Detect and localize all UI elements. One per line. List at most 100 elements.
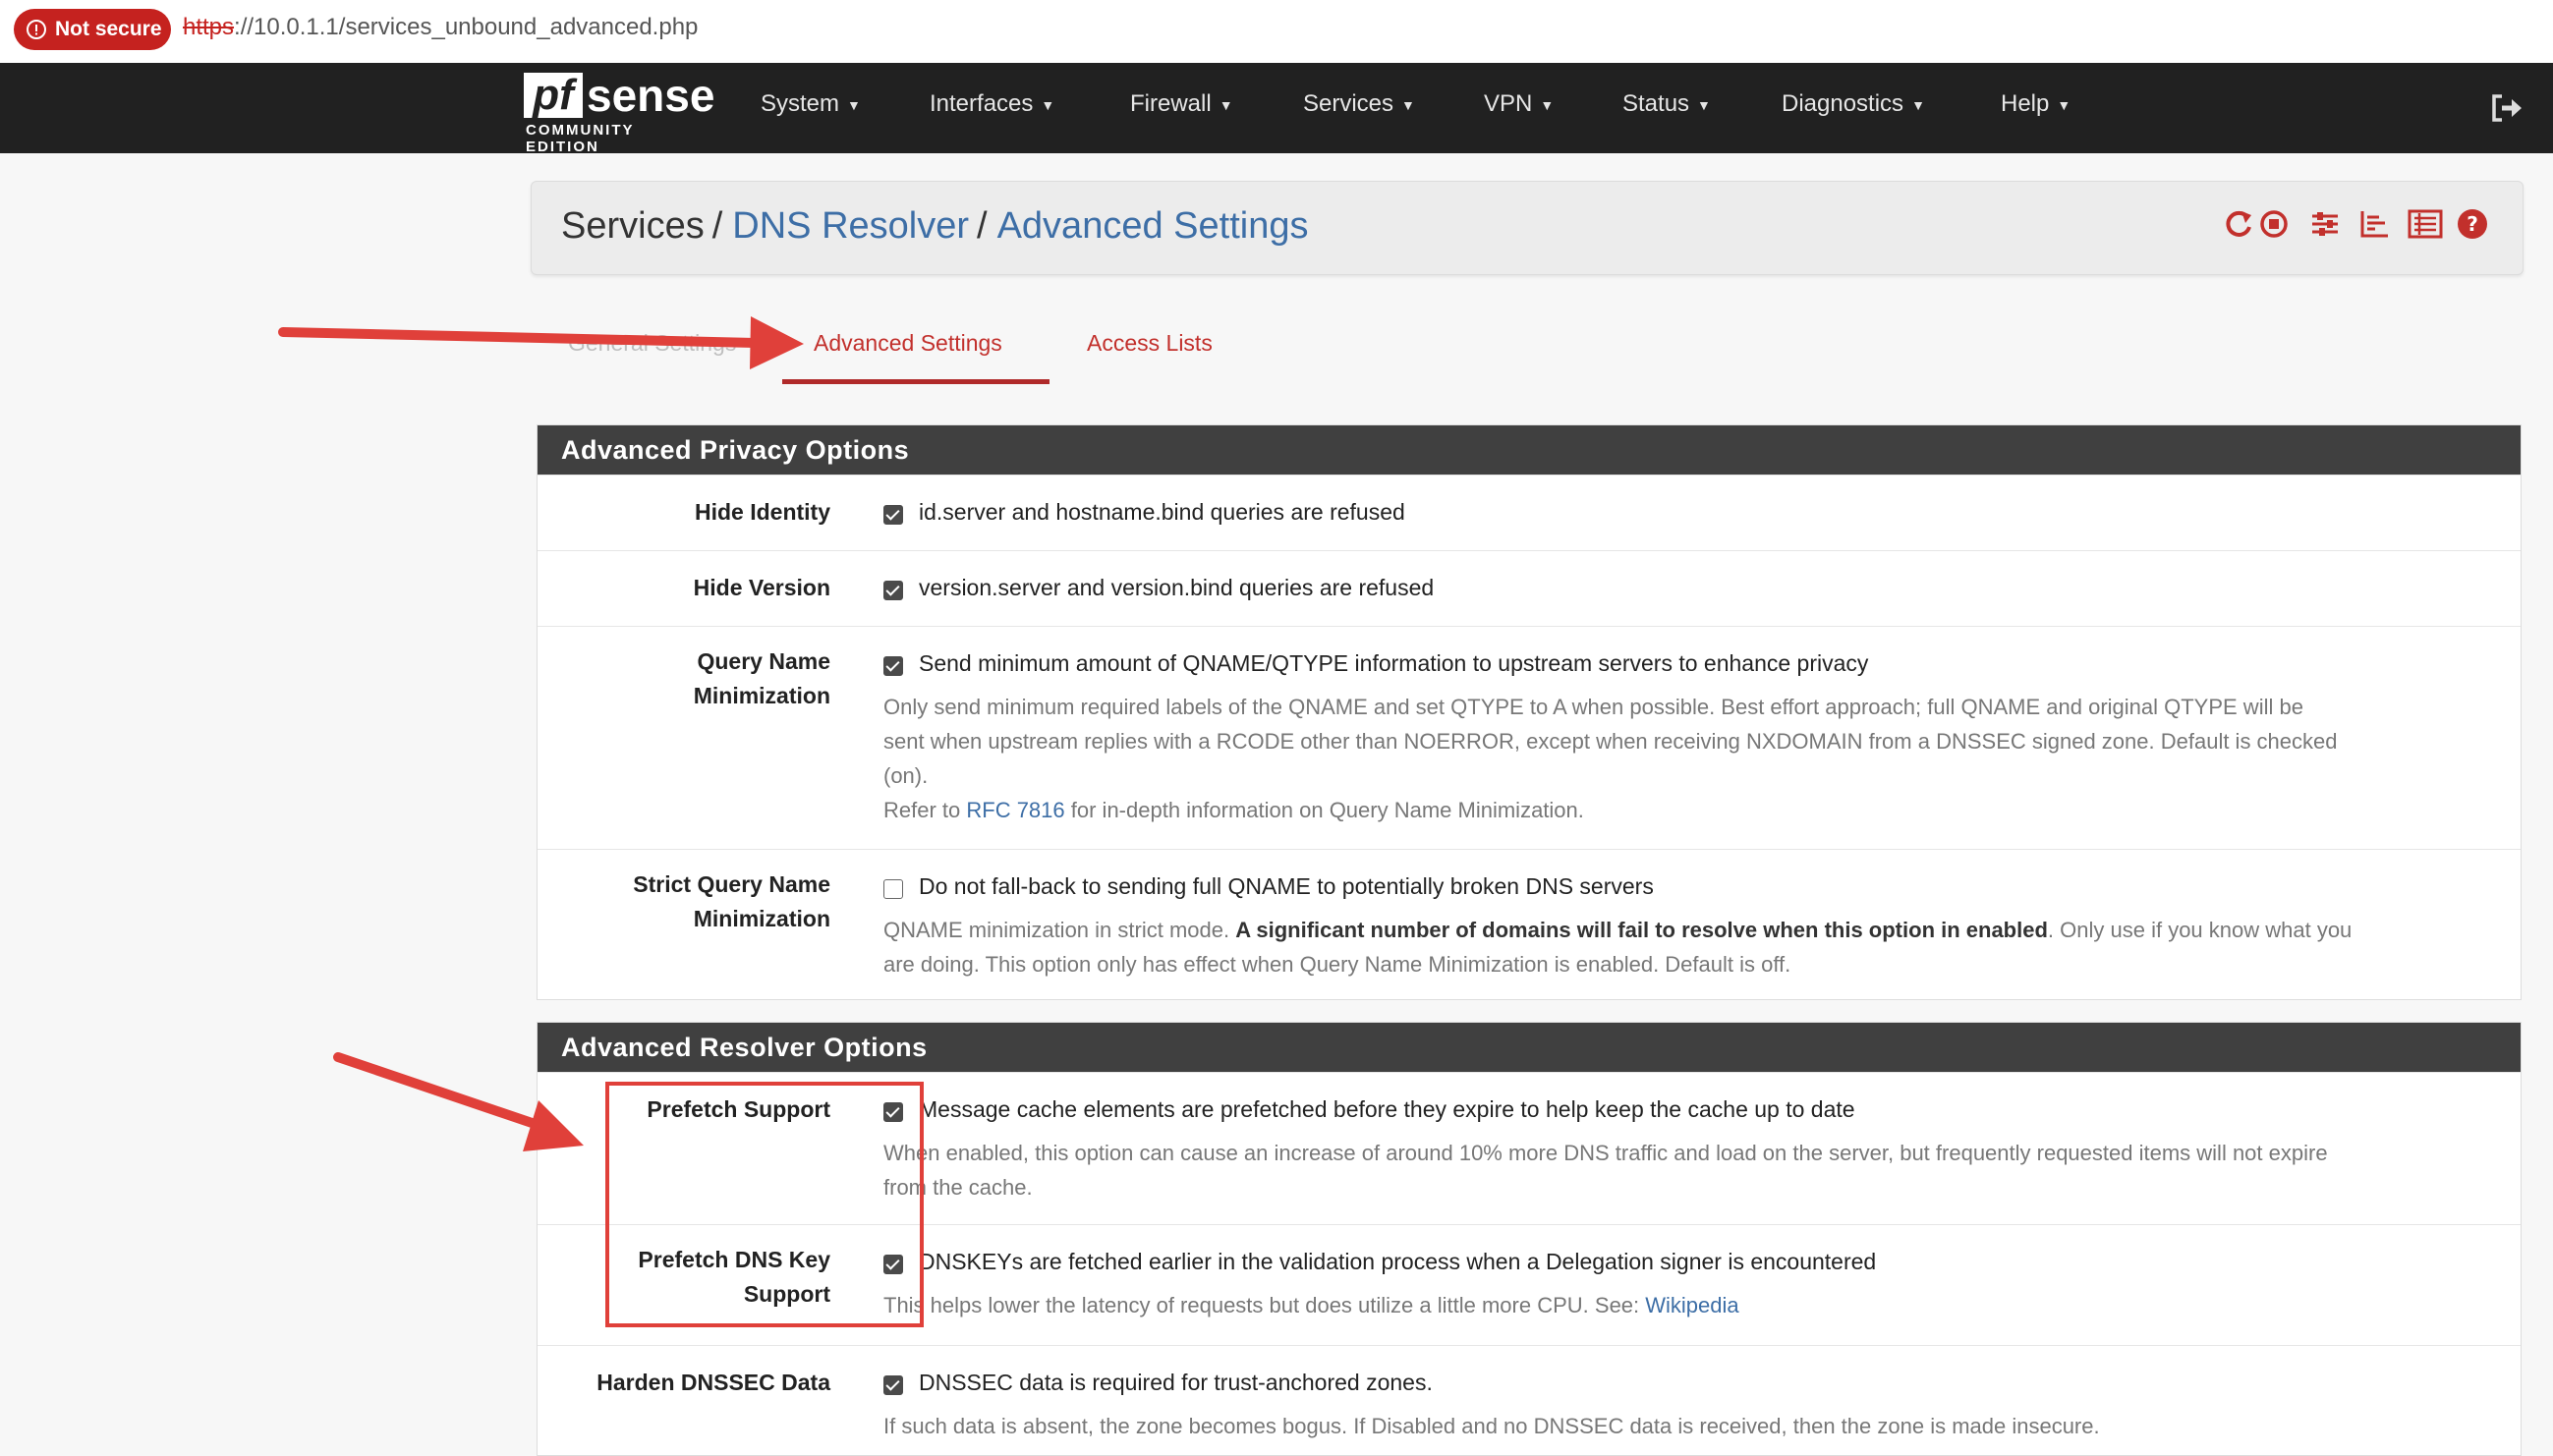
nav-menu-label: System xyxy=(761,90,840,117)
nav-menu-help[interactable]: Help ▼ xyxy=(2001,90,2071,118)
nav-menu-label: VPN xyxy=(1484,90,1533,117)
url-field[interactable]: https://10.0.1.1/services_unbound_advanc… xyxy=(183,14,698,41)
nav-menu-label: Diagnostics xyxy=(1782,90,1904,117)
strict-query-name-minimization-checkbox[interactable] xyxy=(883,879,903,899)
tab-advanced-settings[interactable]: Advanced Settings xyxy=(814,330,1002,357)
help-text: This helps lower the latency of requests… xyxy=(883,1293,1646,1317)
help-warning-text: A significant number of domains will fai… xyxy=(1235,918,2048,942)
settings-sliders-icon[interactable] xyxy=(2308,207,2344,243)
warning-icon xyxy=(27,20,46,39)
nav-menu-firewall[interactable]: Firewall ▼ xyxy=(1130,90,1233,118)
breadcrumb-dns-resolver[interactable]: DNS Resolver xyxy=(732,205,969,247)
logo-wordmark: sense xyxy=(587,70,715,121)
label-line: Minimization xyxy=(693,683,830,708)
hide-version-row: Hide Version version.server and version.… xyxy=(538,550,2521,626)
svg-text:?: ? xyxy=(2467,212,2478,236)
help-line: Only send minimum required labels of the… xyxy=(883,695,2303,719)
caret-down-icon: ▼ xyxy=(1697,96,1711,113)
tab-bar: General Settings Advanced Settings Acces… xyxy=(531,312,2522,391)
caret-down-icon: ▼ xyxy=(847,96,861,113)
hide-identity-checkbox[interactable] xyxy=(883,505,903,525)
query-name-minimization-label: Query Name Minimization xyxy=(538,644,830,713)
help-text: . Only use if you know what you xyxy=(2047,918,2353,942)
nav-menu-label: Help xyxy=(2001,90,2050,117)
breadcrumb-advanced-settings[interactable]: Advanced Settings xyxy=(997,205,1309,247)
nav-menu-label: Services xyxy=(1303,90,1394,117)
breadcrumb-panel: Services / DNS Resolver / Advanced Settings … xyxy=(531,181,2524,275)
prefetch-dns-key-support-help: This helps lower the latency of requests… xyxy=(883,1288,2495,1322)
nav-menu-system[interactable]: System ▼ xyxy=(761,90,861,118)
hide-version-checkbox[interactable] xyxy=(883,581,903,600)
caret-down-icon: ▼ xyxy=(1911,96,1925,113)
chart-icon[interactable] xyxy=(2357,207,2393,243)
caret-down-icon: ▼ xyxy=(2057,96,2071,113)
prefetch-highlight-box xyxy=(605,1082,924,1327)
breadcrumb-separator: / xyxy=(977,205,988,247)
caret-down-icon: ▼ xyxy=(1219,96,1233,113)
caret-down-icon: ▼ xyxy=(1401,96,1415,113)
security-label: Not secure xyxy=(55,18,162,40)
log-icon[interactable] xyxy=(2407,207,2443,243)
stop-service-icon[interactable] xyxy=(2257,207,2293,243)
label-line: Query Name xyxy=(697,648,830,674)
panel-title: Advanced Resolver Options xyxy=(538,1023,2521,1072)
harden-dnssec-data-text: DNSSEC data is required for trust-anchor… xyxy=(919,1370,1433,1395)
logo-prefix: pf xyxy=(524,73,583,118)
browser-address-bar: Not secure https://10.0.1.1/services_unb… xyxy=(0,0,2553,64)
query-name-minimization-text: Send minimum amount of QNAME/QTYPE infor… xyxy=(919,650,1869,676)
help-line: from the cache. xyxy=(883,1175,1033,1200)
not-secure-badge[interactable]: Not secure xyxy=(14,9,171,50)
nav-menu-services[interactable]: Services ▼ xyxy=(1303,90,1415,118)
query-name-minimization-row: Query Name Minimization Send minimum amo… xyxy=(538,626,2521,849)
nav-menu-diagnostics[interactable]: Diagnostics ▼ xyxy=(1782,90,1925,118)
hide-identity-label: Hide Identity xyxy=(694,499,830,525)
help-icon[interactable]: ? xyxy=(2456,207,2491,243)
caret-down-icon: ▼ xyxy=(1540,96,1555,113)
wikipedia-link[interactable]: Wikipedia xyxy=(1645,1293,1738,1317)
harden-dnssec-data-help: If such data is absent, the zone becomes… xyxy=(883,1414,2100,1438)
rfc-7816-link[interactable]: RFC 7816 xyxy=(966,798,1064,822)
prefetch-support-help: When enabled, this option can cause an i… xyxy=(883,1136,2495,1204)
hide-version-label: Hide Version xyxy=(693,575,830,600)
tab-general-settings[interactable]: General Settings xyxy=(568,330,736,357)
hide-identity-text: id.server and hostname.bind queries are … xyxy=(919,499,1405,525)
strict-query-name-minimization-help: QNAME minimization in strict mode. A sig… xyxy=(883,913,2495,981)
help-text: for in-depth information on Query Name M… xyxy=(1064,798,1584,822)
query-name-minimization-checkbox[interactable] xyxy=(883,656,903,676)
help-text: Refer to xyxy=(883,798,967,822)
nav-menu-status[interactable]: Status ▼ xyxy=(1622,90,1711,118)
caret-down-icon: ▼ xyxy=(1041,96,1055,113)
help-text: QNAME minimization in strict mode. xyxy=(883,918,1236,942)
tab-access-lists[interactable]: Access Lists xyxy=(1087,330,1213,357)
hide-identity-row: Hide Identity id.server and hostname.bin… xyxy=(538,475,2521,550)
help-line: Refer to RFC 7816 for in-depth informati… xyxy=(883,793,2495,827)
nav-menu-vpn[interactable]: VPN ▼ xyxy=(1484,90,1554,118)
pfsense-logo[interactable]: pf sense COMMUNITY EDITION xyxy=(524,70,715,155)
nav-menu-label: Firewall xyxy=(1130,90,1212,117)
nav-menu-label: Status xyxy=(1622,90,1690,117)
prefetch-dns-key-support-text: DNSKEYs are fetched earlier in the valid… xyxy=(919,1249,1877,1274)
prefetch-support-text: Message cache elements are prefetched be… xyxy=(919,1096,1855,1122)
nav-menu-label: Interfaces xyxy=(930,90,1034,117)
harden-dnssec-data-checkbox[interactable] xyxy=(883,1375,903,1395)
strict-query-name-minimization-text: Do not fall-back to sending full QNAME t… xyxy=(919,873,1654,899)
url-path: ://10.0.1.1/services_unbound_advanced.ph… xyxy=(234,14,699,40)
nav-menu-interfaces[interactable]: Interfaces ▼ xyxy=(930,90,1054,118)
hide-version-text: version.server and version.bind queries … xyxy=(919,575,1435,600)
url-scheme: https xyxy=(183,14,235,40)
strict-query-name-minimization-row: Strict Query Name Minimization Do not fa… xyxy=(538,849,2521,1001)
help-line: sent when upstream replies with a RCODE … xyxy=(883,729,2338,754)
strict-query-name-minimization-label: Strict Query Name Minimization xyxy=(538,868,830,936)
help-line: When enabled, this option can cause an i… xyxy=(883,1141,2328,1165)
logo-edition: COMMUNITY EDITION xyxy=(526,122,635,155)
label-line: Strict Query Name xyxy=(633,871,830,897)
help-line: (on). xyxy=(883,763,929,788)
panel-title: Advanced Privacy Options xyxy=(538,425,2521,475)
reload-icon[interactable] xyxy=(2222,207,2257,243)
logout-icon[interactable] xyxy=(2486,88,2525,128)
privacy-options-panel: Advanced Privacy Options Hide Identity i… xyxy=(537,424,2522,1000)
label-line: Minimization xyxy=(693,906,830,931)
query-name-minimization-help: Only send minimum required labels of the… xyxy=(883,690,2495,827)
breadcrumb-separator: / xyxy=(711,205,723,247)
harden-dnssec-data-row: Harden DNSSEC Data DNSSEC data is requir… xyxy=(538,1345,2521,1456)
